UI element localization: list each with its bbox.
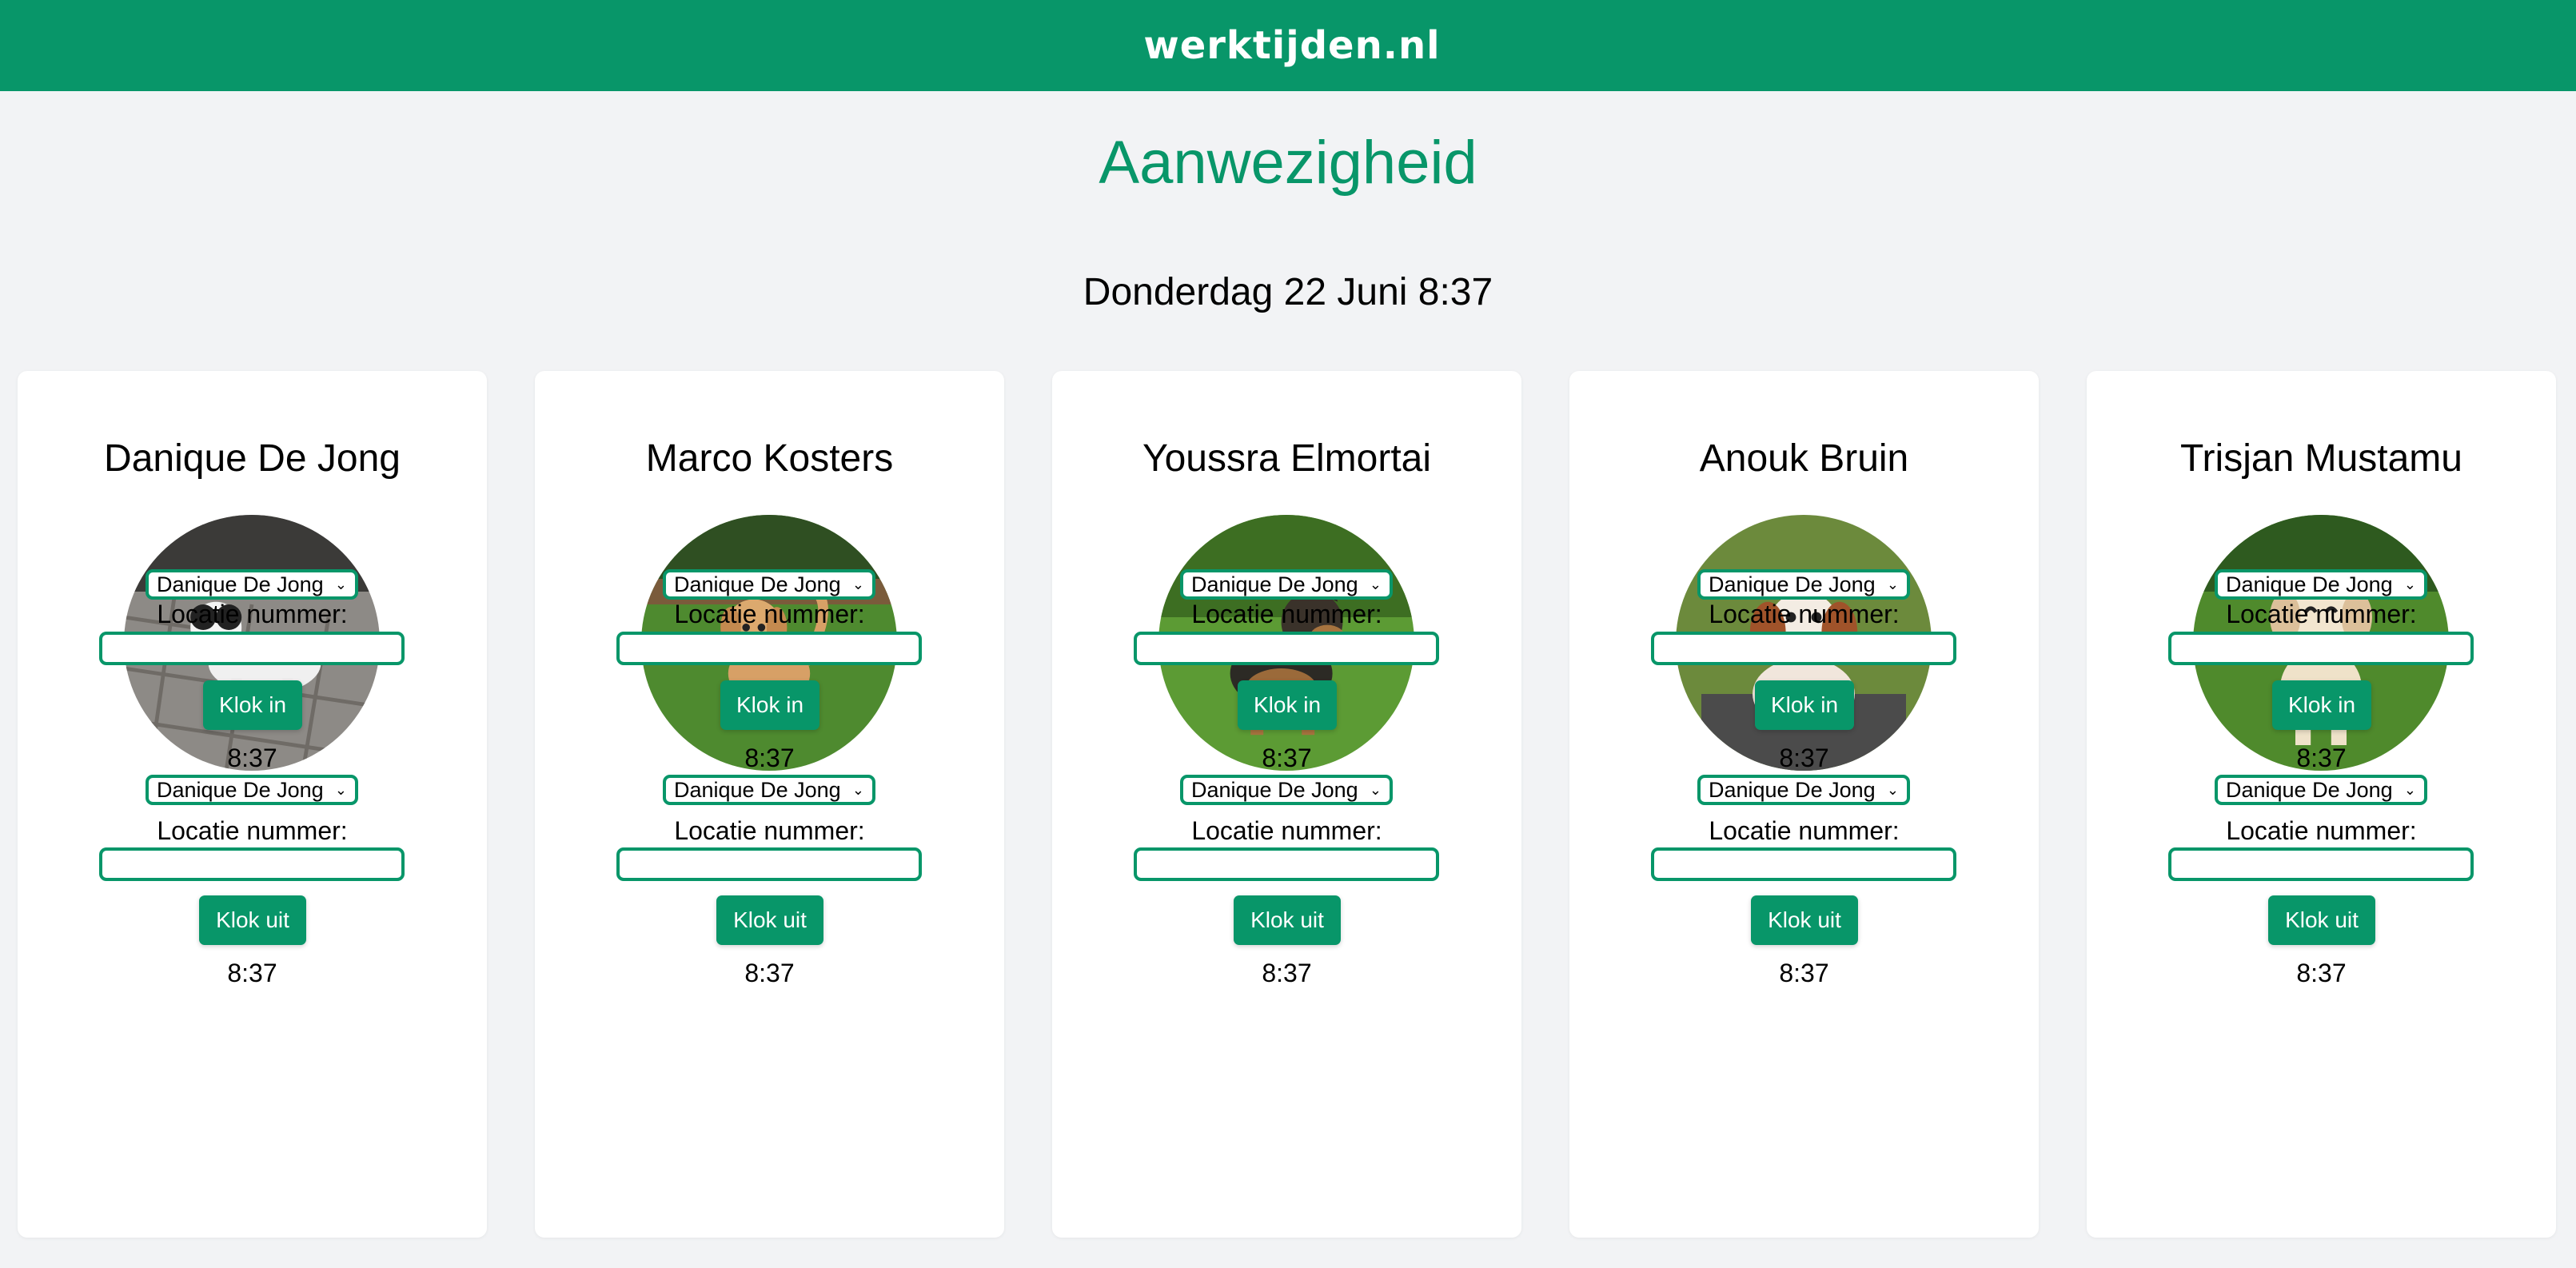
clock-out-time: 8:37 bbox=[1262, 959, 1312, 987]
employee-card: Trisjan Mustamu Danique De Jong ⌄ Locati… bbox=[2087, 371, 2556, 1238]
location-input[interactable] bbox=[99, 632, 405, 665]
location-input[interactable] bbox=[616, 847, 922, 881]
clock-out-time: 8:37 bbox=[1779, 959, 1829, 987]
chevron-down-icon: ⌄ bbox=[1369, 576, 1382, 592]
location-label: Locatie nummer: bbox=[1709, 816, 1900, 845]
employee-card: Marco Kosters Danique De Jong ⌄ Locatie … bbox=[535, 371, 1004, 1238]
employee-select-value: Danique De Jong bbox=[674, 572, 841, 596]
location-input[interactable] bbox=[1134, 632, 1439, 665]
employee-card: Anouk Bruin Danique De Jong ⌄ Locatie nu… bbox=[1569, 371, 2039, 1238]
clock-out-time: 8:37 bbox=[744, 959, 795, 987]
employee-name: Danique De Jong bbox=[104, 437, 401, 480]
clock-in-button[interactable]: Klok in bbox=[203, 680, 302, 730]
clock-out-button[interactable]: Klok uit bbox=[1751, 895, 1858, 945]
logo[interactable]: werktijden.nl bbox=[1143, 23, 1440, 68]
location-label: Locatie nummer: bbox=[1191, 600, 1382, 628]
location-input[interactable] bbox=[616, 632, 922, 665]
employee-cards: Danique De Jong Danique De Jong ⌄ Locati… bbox=[18, 371, 2556, 1238]
clock-out-button[interactable]: Klok uit bbox=[716, 895, 823, 945]
chevron-down-icon: ⌄ bbox=[2403, 781, 2416, 798]
chevron-down-icon: ⌄ bbox=[2403, 576, 2416, 592]
clock-in-button[interactable]: Klok in bbox=[720, 680, 819, 730]
employee-select-value: Danique De Jong bbox=[157, 572, 324, 596]
location-label: Locatie nummer: bbox=[1709, 600, 1900, 628]
chevron-down-icon: ⌄ bbox=[851, 576, 864, 592]
clock-out-time: 8:37 bbox=[2296, 959, 2347, 987]
employee-select-value: Danique De Jong bbox=[1709, 572, 1876, 596]
employee-select[interactable]: Danique De Jong ⌄ bbox=[1180, 775, 1393, 805]
employee-select[interactable]: Danique De Jong ⌄ bbox=[1180, 569, 1393, 600]
employee-name: Anouk Bruin bbox=[1699, 437, 1909, 480]
clock-in-time: 8:37 bbox=[744, 744, 795, 772]
employee-card: Danique De Jong Danique De Jong ⌄ Locati… bbox=[18, 371, 487, 1238]
location-input[interactable] bbox=[1651, 847, 1956, 881]
employee-select[interactable]: Danique De Jong ⌄ bbox=[146, 569, 358, 600]
location-input[interactable] bbox=[1134, 847, 1439, 881]
employee-select[interactable]: Danique De Jong ⌄ bbox=[1697, 775, 1910, 805]
employee-select-value: Danique De Jong bbox=[2226, 777, 2393, 802]
location-label: Locatie nummer: bbox=[674, 600, 865, 628]
employee-select-value: Danique De Jong bbox=[674, 777, 841, 802]
clock-in-button[interactable]: Klok in bbox=[1238, 680, 1337, 730]
employee-name: Marco Kosters bbox=[645, 437, 894, 480]
clock-in-button[interactable]: Klok in bbox=[2272, 680, 2371, 730]
location-input[interactable] bbox=[1651, 632, 1956, 665]
clock-in-time: 8:37 bbox=[1262, 744, 1312, 772]
clock-out-button[interactable]: Klok uit bbox=[1234, 895, 1341, 945]
employee-name: Youssra Elmortai bbox=[1142, 437, 1432, 480]
location-input[interactable] bbox=[2168, 632, 2474, 665]
employee-select[interactable]: Danique De Jong ⌄ bbox=[146, 775, 358, 805]
chevron-down-icon: ⌄ bbox=[1886, 781, 1899, 798]
top-bar: werktijden.nl bbox=[0, 0, 2576, 91]
employee-select-value: Danique De Jong bbox=[157, 777, 324, 802]
chevron-down-icon: ⌄ bbox=[851, 781, 864, 798]
location-label: Locatie nummer: bbox=[674, 816, 865, 845]
employee-select-value: Danique De Jong bbox=[1709, 777, 1876, 802]
location-label: Locatie nummer: bbox=[1191, 816, 1382, 845]
employee-card: Youssra Elmortai Danique De Jong ⌄ Locat… bbox=[1052, 371, 1521, 1238]
location-input[interactable] bbox=[2168, 847, 2474, 881]
location-label: Locatie nummer: bbox=[157, 816, 348, 845]
clock-in-time: 8:37 bbox=[2296, 744, 2347, 772]
employee-select[interactable]: Danique De Jong ⌄ bbox=[2215, 775, 2427, 805]
clock-in-button[interactable]: Klok in bbox=[1755, 680, 1854, 730]
employee-select-value: Danique De Jong bbox=[2226, 572, 2393, 596]
clock-out-button[interactable]: Klok uit bbox=[199, 895, 306, 945]
clock-out-time: 8:37 bbox=[227, 959, 277, 987]
employee-select[interactable]: Danique De Jong ⌄ bbox=[663, 569, 875, 600]
employee-select[interactable]: Danique De Jong ⌄ bbox=[663, 775, 875, 805]
employee-select[interactable]: Danique De Jong ⌄ bbox=[2215, 569, 2427, 600]
employee-select-value: Danique De Jong bbox=[1191, 572, 1358, 596]
clock-in-time: 8:37 bbox=[1779, 744, 1829, 772]
employee-select-value: Danique De Jong bbox=[1191, 777, 1358, 802]
location-label: Locatie nummer: bbox=[2226, 816, 2417, 845]
chevron-down-icon: ⌄ bbox=[334, 576, 347, 592]
clock-in-time: 8:37 bbox=[227, 744, 277, 772]
location-label: Locatie nummer: bbox=[157, 600, 348, 628]
clock-out-button[interactable]: Klok uit bbox=[2268, 895, 2375, 945]
chevron-down-icon: ⌄ bbox=[334, 781, 347, 798]
current-datetime: Donderdag 22 Juni 8:37 bbox=[1083, 271, 1493, 313]
employee-select[interactable]: Danique De Jong ⌄ bbox=[1697, 569, 1910, 600]
page-title: Aanwezigheid bbox=[1099, 129, 1477, 197]
chevron-down-icon: ⌄ bbox=[1369, 781, 1382, 798]
location-label: Locatie nummer: bbox=[2226, 600, 2417, 628]
location-input[interactable] bbox=[99, 847, 405, 881]
employee-name: Trisjan Mustamu bbox=[2180, 437, 2462, 480]
chevron-down-icon: ⌄ bbox=[1886, 576, 1899, 592]
